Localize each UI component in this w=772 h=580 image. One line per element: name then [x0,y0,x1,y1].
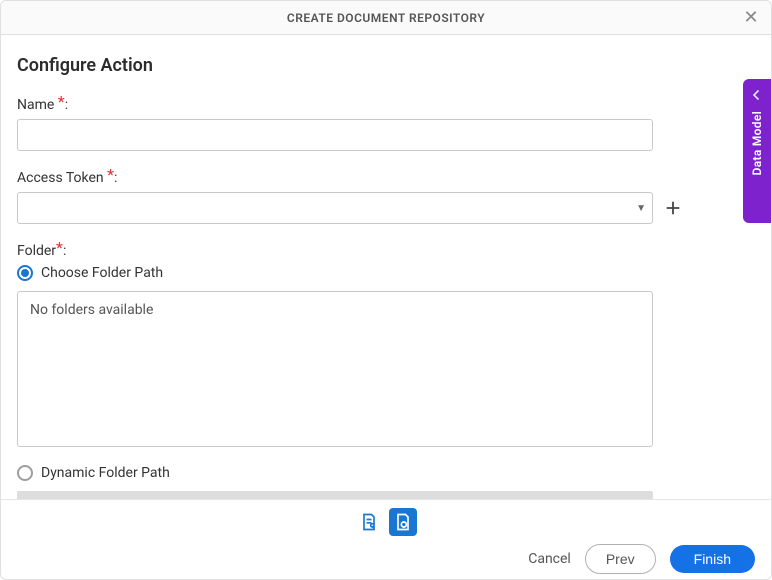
folder-path-box[interactable]: No folders available [17,291,653,447]
footer-buttons: Cancel Prev Finish [17,544,755,574]
cancel-button[interactable]: Cancel [528,551,571,567]
document-icon [359,512,379,532]
radio-icon-checked [17,265,33,281]
close-button[interactable]: ✕ [741,8,761,28]
modal-dialog: CREATE DOCUMENT REPOSITORY ✕ Configure A… [0,0,772,580]
prev-button[interactable]: Prev [585,544,656,574]
add-access-token-button[interactable] [663,198,683,218]
document-gear-icon [393,512,413,532]
required-star-icon: * [107,165,114,184]
modal-header: CREATE DOCUMENT REPOSITORY ✕ [1,1,771,35]
finish-button[interactable]: Finish [670,545,755,573]
disabled-input-placeholder [17,491,653,499]
radio-icon-unchecked [17,465,33,481]
modal-body: Configure Action Name *: Access Token *:… [1,35,771,499]
folder-empty-text: No folders available [30,302,153,318]
access-token-label: Access Token *: [17,167,755,186]
access-token-row: ▼ [17,192,755,224]
step-form-button[interactable] [355,508,383,536]
required-star-icon: * [56,238,63,257]
section-heading: Configure Action [17,55,755,76]
close-icon: ✕ [743,9,758,27]
data-model-panel-toggle[interactable]: Data Model [743,79,771,223]
footer-step-icons [17,508,755,536]
radio-choose-folder-path[interactable]: Choose Folder Path [17,265,755,281]
name-label: Name *: [17,94,755,113]
radio-dynamic-folder-path[interactable]: Dynamic Folder Path [17,465,755,481]
radio-label: Dynamic Folder Path [41,465,170,481]
radio-label: Choose Folder Path [41,265,163,281]
chevron-down-icon: ▼ [636,203,646,214]
required-star-icon: * [58,92,65,111]
side-tab-label: Data Model [750,111,764,175]
name-field-group: Name *: [17,94,755,151]
chevron-left-icon [751,89,763,101]
step-config-button[interactable] [389,508,417,536]
name-input[interactable] [17,119,653,151]
folder-label: Folder*: [17,240,755,259]
access-token-field-group: Access Token *: ▼ [17,167,755,224]
modal-title: CREATE DOCUMENT REPOSITORY [287,11,485,25]
modal-footer: Cancel Prev Finish [1,499,771,579]
folder-field-group: Folder*: Choose Folder Path No folders a… [17,240,755,499]
plus-icon [664,199,682,217]
access-token-select[interactable]: ▼ [17,192,653,224]
